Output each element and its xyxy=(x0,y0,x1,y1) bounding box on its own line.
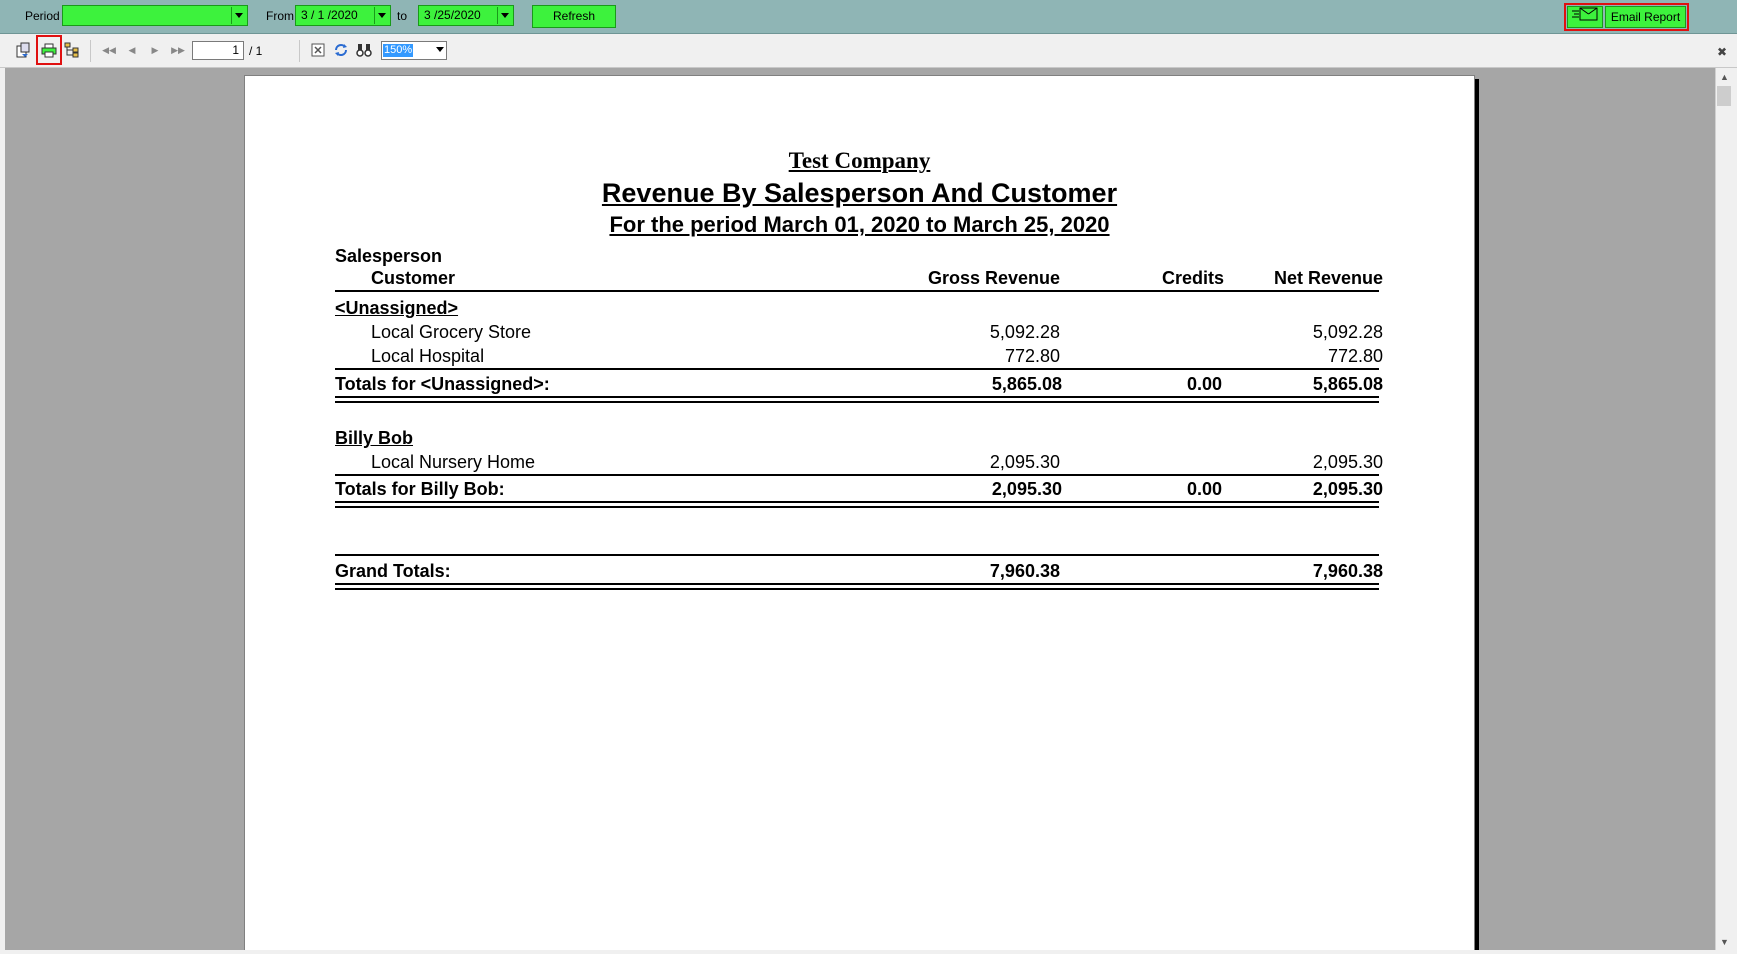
email-report-icon xyxy=(1572,7,1598,21)
page-total: / 1 xyxy=(249,44,263,58)
vertical-scrollbar[interactable]: ▲ ▼ xyxy=(1715,68,1733,950)
refresh-button[interactable]: Refresh xyxy=(532,5,616,28)
previous-page-icon[interactable]: ◀ xyxy=(123,41,141,59)
email-report-icon-button[interactable] xyxy=(1567,6,1603,28)
customer-name: Local Nursery Home xyxy=(371,452,536,472)
print-icon[interactable] xyxy=(40,41,58,59)
chevron-down-icon[interactable] xyxy=(374,7,389,24)
report-viewport: Test Company Revenue By Salesperson And … xyxy=(5,68,1715,950)
export-icon[interactable] xyxy=(14,41,32,59)
group-total-credits: 0.00 xyxy=(1186,374,1222,394)
report-viewer-toolbar: ◀◀ ◀ ▶ ▶▶ 1 / 1 150% ✖ xyxy=(0,34,1737,68)
gross-value: 5,092.28 xyxy=(989,322,1060,342)
report-page: Test Company Revenue By Salesperson And … xyxy=(244,75,1475,950)
stop-loading-icon[interactable] xyxy=(309,41,327,59)
header-rule xyxy=(335,290,1379,292)
chevron-down-icon[interactable] xyxy=(436,47,444,52)
group-total-net: 5,865.08 xyxy=(1312,374,1383,394)
group-total-credits: 0.00 xyxy=(1186,479,1222,499)
page-number-input[interactable]: 1 xyxy=(192,41,244,60)
scroll-down-icon[interactable]: ▼ xyxy=(1716,933,1733,950)
next-page-icon[interactable]: ▶ xyxy=(146,41,164,59)
zoom-select[interactable]: 150% xyxy=(381,41,447,60)
total-double-rule xyxy=(335,501,1379,508)
scroll-thumb[interactable] xyxy=(1717,86,1731,106)
group-total-label: Totals for <Unassigned>: xyxy=(335,374,550,394)
gross-value: 2,095.30 xyxy=(989,452,1060,472)
filter-bar: Period From 3 / 1 /2020 to 3 /25/2020 Re… xyxy=(0,0,1737,34)
zoom-value: 150% xyxy=(383,44,414,57)
company-name: Test Company xyxy=(788,148,931,173)
last-page-icon[interactable]: ▶▶ xyxy=(169,41,187,59)
grand-total-label: Grand Totals: xyxy=(335,561,451,581)
grand-total-gross: 7,960.38 xyxy=(989,561,1060,581)
grand-total-net: 7,960.38 xyxy=(1312,561,1383,581)
col-net-revenue: Net Revenue xyxy=(1273,268,1383,288)
net-value: 2,095.30 xyxy=(1312,452,1383,472)
from-date-value: 3 / 1 /2020 xyxy=(301,8,358,22)
col-gross-revenue: Gross Revenue xyxy=(927,268,1060,288)
to-date-picker[interactable]: 3 /25/2020 xyxy=(418,5,514,26)
refresh-report-icon[interactable] xyxy=(332,41,350,59)
report-period: For the period March 01, 2020 to March 2… xyxy=(609,212,1110,237)
net-value: 772.80 xyxy=(1327,346,1383,366)
col-credits: Credits xyxy=(1161,268,1224,288)
grand-total-rule xyxy=(335,554,1379,556)
chevron-down-icon[interactable] xyxy=(231,7,246,24)
group-name: Billy Bob xyxy=(335,428,414,448)
email-report-button[interactable]: Email Report xyxy=(1605,6,1686,28)
grand-total-double-rule xyxy=(335,583,1379,590)
close-icon[interactable]: ✖ xyxy=(1717,45,1727,59)
group-total-label: Totals for Billy Bob: xyxy=(335,479,505,499)
group-tree-icon[interactable] xyxy=(63,41,81,59)
period-select[interactable] xyxy=(62,5,248,26)
group-total-gross: 5,865.08 xyxy=(991,374,1062,394)
search-text-icon[interactable] xyxy=(355,41,373,59)
group-name: <Unassigned> xyxy=(335,298,459,318)
chevron-down-icon[interactable] xyxy=(497,7,512,24)
customer-name: Local Grocery Store xyxy=(371,322,532,342)
from-label: From xyxy=(266,9,294,23)
report-title: Revenue By Salesperson And Customer xyxy=(601,178,1118,208)
col-customer: Customer xyxy=(371,268,456,288)
net-value: 5,092.28 xyxy=(1312,322,1383,342)
subtotal-rule xyxy=(335,474,1379,476)
col-salesperson: Salesperson xyxy=(335,246,443,266)
scroll-up-icon[interactable]: ▲ xyxy=(1716,68,1733,85)
to-date-value: 3 /25/2020 xyxy=(424,8,481,22)
total-double-rule xyxy=(335,396,1379,403)
group-total-net: 2,095.30 xyxy=(1312,479,1383,499)
from-date-picker[interactable]: 3 / 1 /2020 xyxy=(295,5,391,26)
customer-name: Local Hospital xyxy=(371,346,485,366)
period-label: Period xyxy=(25,9,60,23)
subtotal-rule xyxy=(335,368,1379,370)
gross-value: 772.80 xyxy=(1004,346,1060,366)
first-page-icon[interactable]: ◀◀ xyxy=(100,41,118,59)
group-total-gross: 2,095.30 xyxy=(991,479,1062,499)
to-label: to xyxy=(397,9,408,23)
